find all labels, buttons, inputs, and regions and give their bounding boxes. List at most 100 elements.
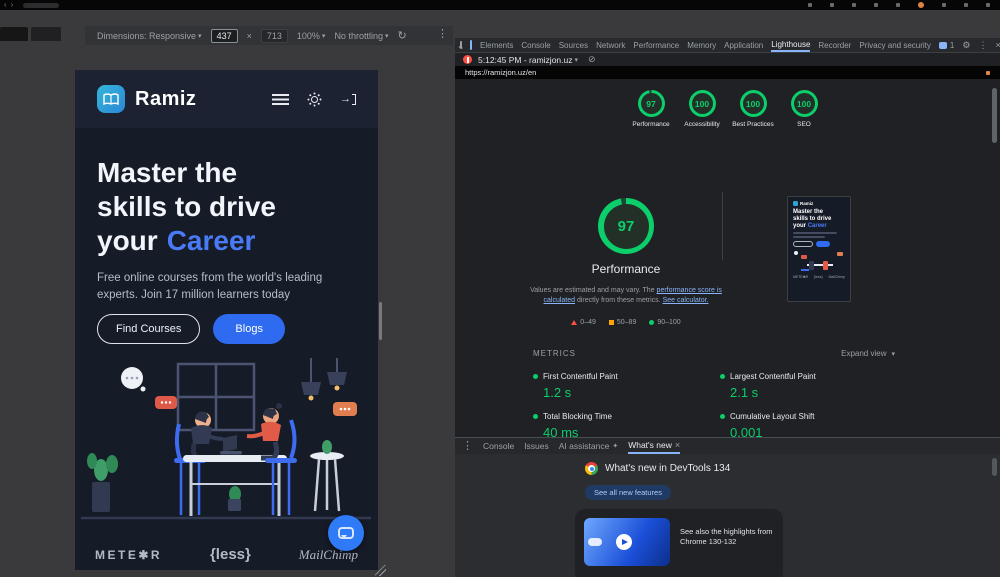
dimensions-select[interactable]: Dimensions: Responsive ▾: [97, 31, 202, 41]
devtools-tab-bar: Elements Console Sources Network Perform…: [455, 38, 1000, 53]
close-icon[interactable]: ×: [995, 38, 1000, 52]
chat-fab-button[interactable]: [328, 515, 364, 551]
clear-icon[interactable]: ⊘: [588, 54, 596, 65]
avatar[interactable]: [918, 2, 924, 8]
menu-icon[interactable]: [272, 93, 289, 105]
issues-counter[interactable]: 1: [938, 38, 954, 52]
brand-logo-icon[interactable]: [97, 85, 125, 113]
thumb-text-bar: [793, 232, 837, 234]
hero-buttons: Find Courses Blogs: [97, 314, 285, 344]
kebab-menu-icon[interactable]: ⋮: [978, 38, 987, 52]
heading-line: your Career: [97, 225, 256, 256]
play-icon[interactable]: [616, 534, 632, 550]
panel-scrollbar[interactable]: [992, 88, 997, 143]
theme-toggle-icon[interactable]: [311, 95, 318, 103]
close-icon[interactable]: ×: [675, 440, 680, 450]
fail-range-icon: [571, 320, 578, 325]
chrome-logo-icon: [585, 462, 598, 475]
browser-extension-icon[interactable]: [964, 3, 968, 7]
thumb-brand: Ramiz: [800, 201, 814, 206]
throttling-select[interactable]: No throttling ▾: [334, 31, 388, 41]
chevron-down-icon: ▾: [198, 32, 202, 40]
metric-fcp: First Contentful Paint 1.2 s: [533, 372, 618, 400]
resize-handle[interactable]: [375, 565, 386, 576]
heading-line: skills to drive: [97, 191, 276, 222]
window-tab[interactable]: [0, 27, 28, 41]
score-performance[interactable]: 97 Performance: [629, 90, 673, 129]
drawer-menu-icon[interactable]: ⋮: [462, 438, 473, 454]
browser-extension-icon[interactable]: [942, 3, 946, 7]
login-icon[interactable]: →: [340, 92, 356, 105]
width-input[interactable]: 437: [210, 28, 238, 43]
partner-logos: METE✱R {less} MailChimp: [75, 546, 378, 563]
highlights-card-text: See also the highlights from Chrome 130-…: [680, 527, 773, 546]
drawer-scrollbar[interactable]: [992, 458, 997, 476]
arrow-icon: →: [340, 92, 351, 105]
tab-application[interactable]: Application: [724, 38, 763, 52]
back-icon[interactable]: ‹: [4, 0, 7, 10]
height-input[interactable]: 713: [260, 28, 288, 43]
tab-recorder[interactable]: Recorder: [818, 38, 851, 52]
hero-subtext: Free online courses from the world's lea…: [97, 272, 323, 301]
browser-extension-icon[interactable]: [808, 3, 812, 7]
browser-extension-icon[interactable]: [874, 3, 878, 7]
device-toolbar-menu-icon[interactable]: ⋮: [437, 29, 448, 40]
score-disclaimer: Values are estimated and may vary. The p…: [530, 287, 722, 304]
score-best-practices[interactable]: 100 Best Practices: [731, 90, 775, 129]
find-courses-button[interactable]: Find Courses: [97, 314, 201, 344]
performance-gauge[interactable]: 97: [598, 198, 654, 254]
tab-memory[interactable]: Memory: [687, 38, 716, 52]
blogs-button[interactable]: Blogs: [213, 314, 285, 344]
metrics-header: METRICS Expand view ▾: [533, 349, 895, 358]
tab-performance[interactable]: Performance: [633, 38, 679, 52]
browser-extension-icon[interactable]: [896, 3, 900, 7]
score-seo[interactable]: 100 SEO: [782, 90, 826, 129]
score-accessibility[interactable]: 100 Accessibility: [680, 90, 724, 129]
forward-icon[interactable]: ›: [11, 0, 14, 10]
inspect-icon[interactable]: [460, 41, 462, 49]
tab-console[interactable]: Console: [521, 38, 550, 52]
drawer-tab-whats-new[interactable]: What's new ×: [628, 438, 681, 454]
browser-icons: [808, 2, 990, 8]
drawer-tab-bar: ⋮ Console Issues AI assistance ✦ What's n…: [455, 437, 1000, 454]
spark-icon: ✦: [612, 443, 619, 450]
header-icons: →: [272, 92, 356, 105]
chevron-down-icon: ▾: [384, 32, 389, 40]
calculator-link[interactable]: See calculator.: [663, 297, 709, 304]
thumb-text-bar: [793, 236, 825, 238]
zoom-select[interactable]: 100% ▾: [297, 31, 326, 41]
score-row: 97 Performance 100 Accessibility 100 Bes…: [455, 90, 1000, 129]
window-tab[interactable]: [31, 27, 61, 41]
rotate-icon[interactable]: ↻: [397, 29, 406, 42]
hero-illustration: [81, 358, 371, 520]
tab-privacy-security[interactable]: Privacy and security: [859, 38, 931, 52]
tab-elements[interactable]: Elements: [480, 38, 513, 52]
report-select[interactable]: 5:12:45 PM - ramizjon.uz ▾: [478, 55, 578, 65]
metrics-title: METRICS: [533, 349, 576, 358]
device-scrollbar[interactable]: [379, 302, 382, 340]
browser-extension-icon[interactable]: [830, 3, 834, 7]
device-toolbar: Dimensions: Responsive ▾ 437 × 713 100% …: [85, 26, 453, 45]
tab-lighthouse[interactable]: Lighthouse: [771, 38, 811, 52]
browser-menu-icon[interactable]: [986, 3, 990, 7]
video-thumbnail[interactable]: [584, 518, 670, 566]
device-toolbar-toggle-icon[interactable]: [470, 40, 472, 50]
highlights-card[interactable]: See also the highlights from Chrome 130-…: [575, 509, 783, 577]
see-all-features-button[interactable]: See all new features: [585, 485, 671, 500]
chevron-down-icon: ▾: [891, 350, 895, 358]
drawer-tab-issues[interactable]: Issues: [524, 438, 549, 454]
less-logo[interactable]: {less}: [210, 546, 251, 563]
tab-network[interactable]: Network: [596, 38, 625, 52]
brand-name[interactable]: Ramiz: [135, 88, 196, 111]
gear-icon[interactable]: ⚙: [962, 38, 970, 52]
drawer-tab-ai-assistance[interactable]: AI assistance ✦: [559, 438, 618, 454]
drawer-tab-console[interactable]: Console: [483, 438, 514, 454]
lighthouse-run-bar: 5:12:45 PM - ramizjon.uz ▾ ⊘: [455, 53, 1000, 66]
tab-sources[interactable]: Sources: [559, 38, 588, 52]
expand-view-button[interactable]: Expand view ▾: [841, 349, 895, 358]
browser-extension-icon[interactable]: [852, 3, 856, 7]
bracket-shape: [352, 93, 356, 105]
meteor-logo[interactable]: METE✱R: [95, 548, 162, 562]
book-icon: [103, 92, 119, 105]
address-bar[interactable]: [23, 2, 60, 8]
